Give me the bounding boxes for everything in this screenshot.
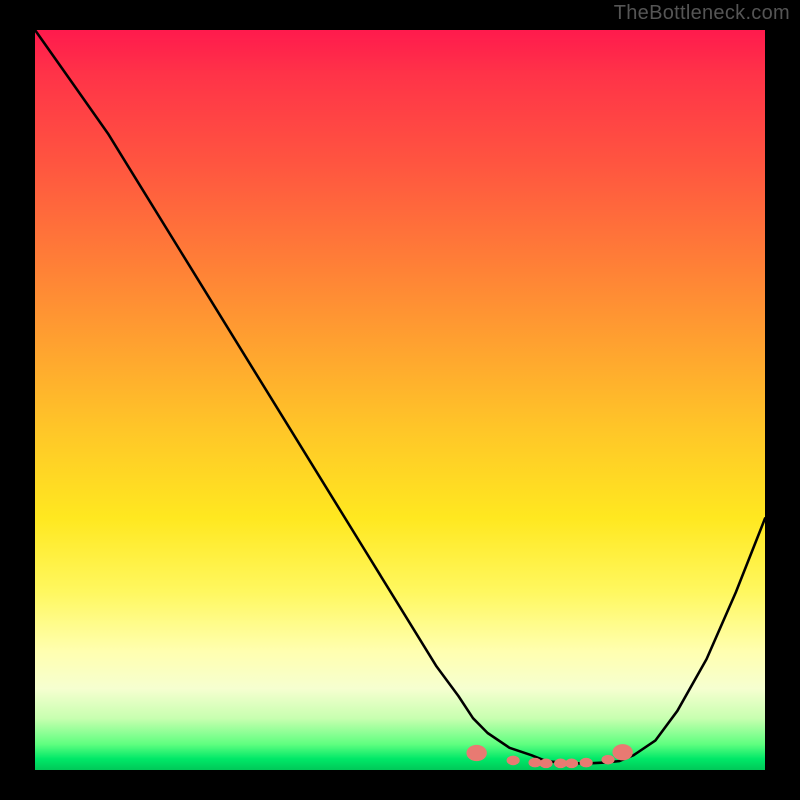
plot-area	[35, 30, 765, 770]
marker-dot	[612, 744, 632, 760]
marker-dot	[601, 755, 614, 765]
marker-dot	[466, 745, 486, 761]
curve-svg	[35, 30, 765, 770]
chart-container: TheBottleneck.com	[0, 0, 800, 800]
marker-dot	[539, 759, 552, 769]
curve-path	[35, 30, 765, 763]
marker-dot	[580, 758, 593, 768]
marker-group	[466, 744, 632, 768]
watermark-text: TheBottleneck.com	[614, 2, 790, 25]
marker-dot	[507, 756, 520, 766]
marker-dot	[565, 759, 578, 769]
